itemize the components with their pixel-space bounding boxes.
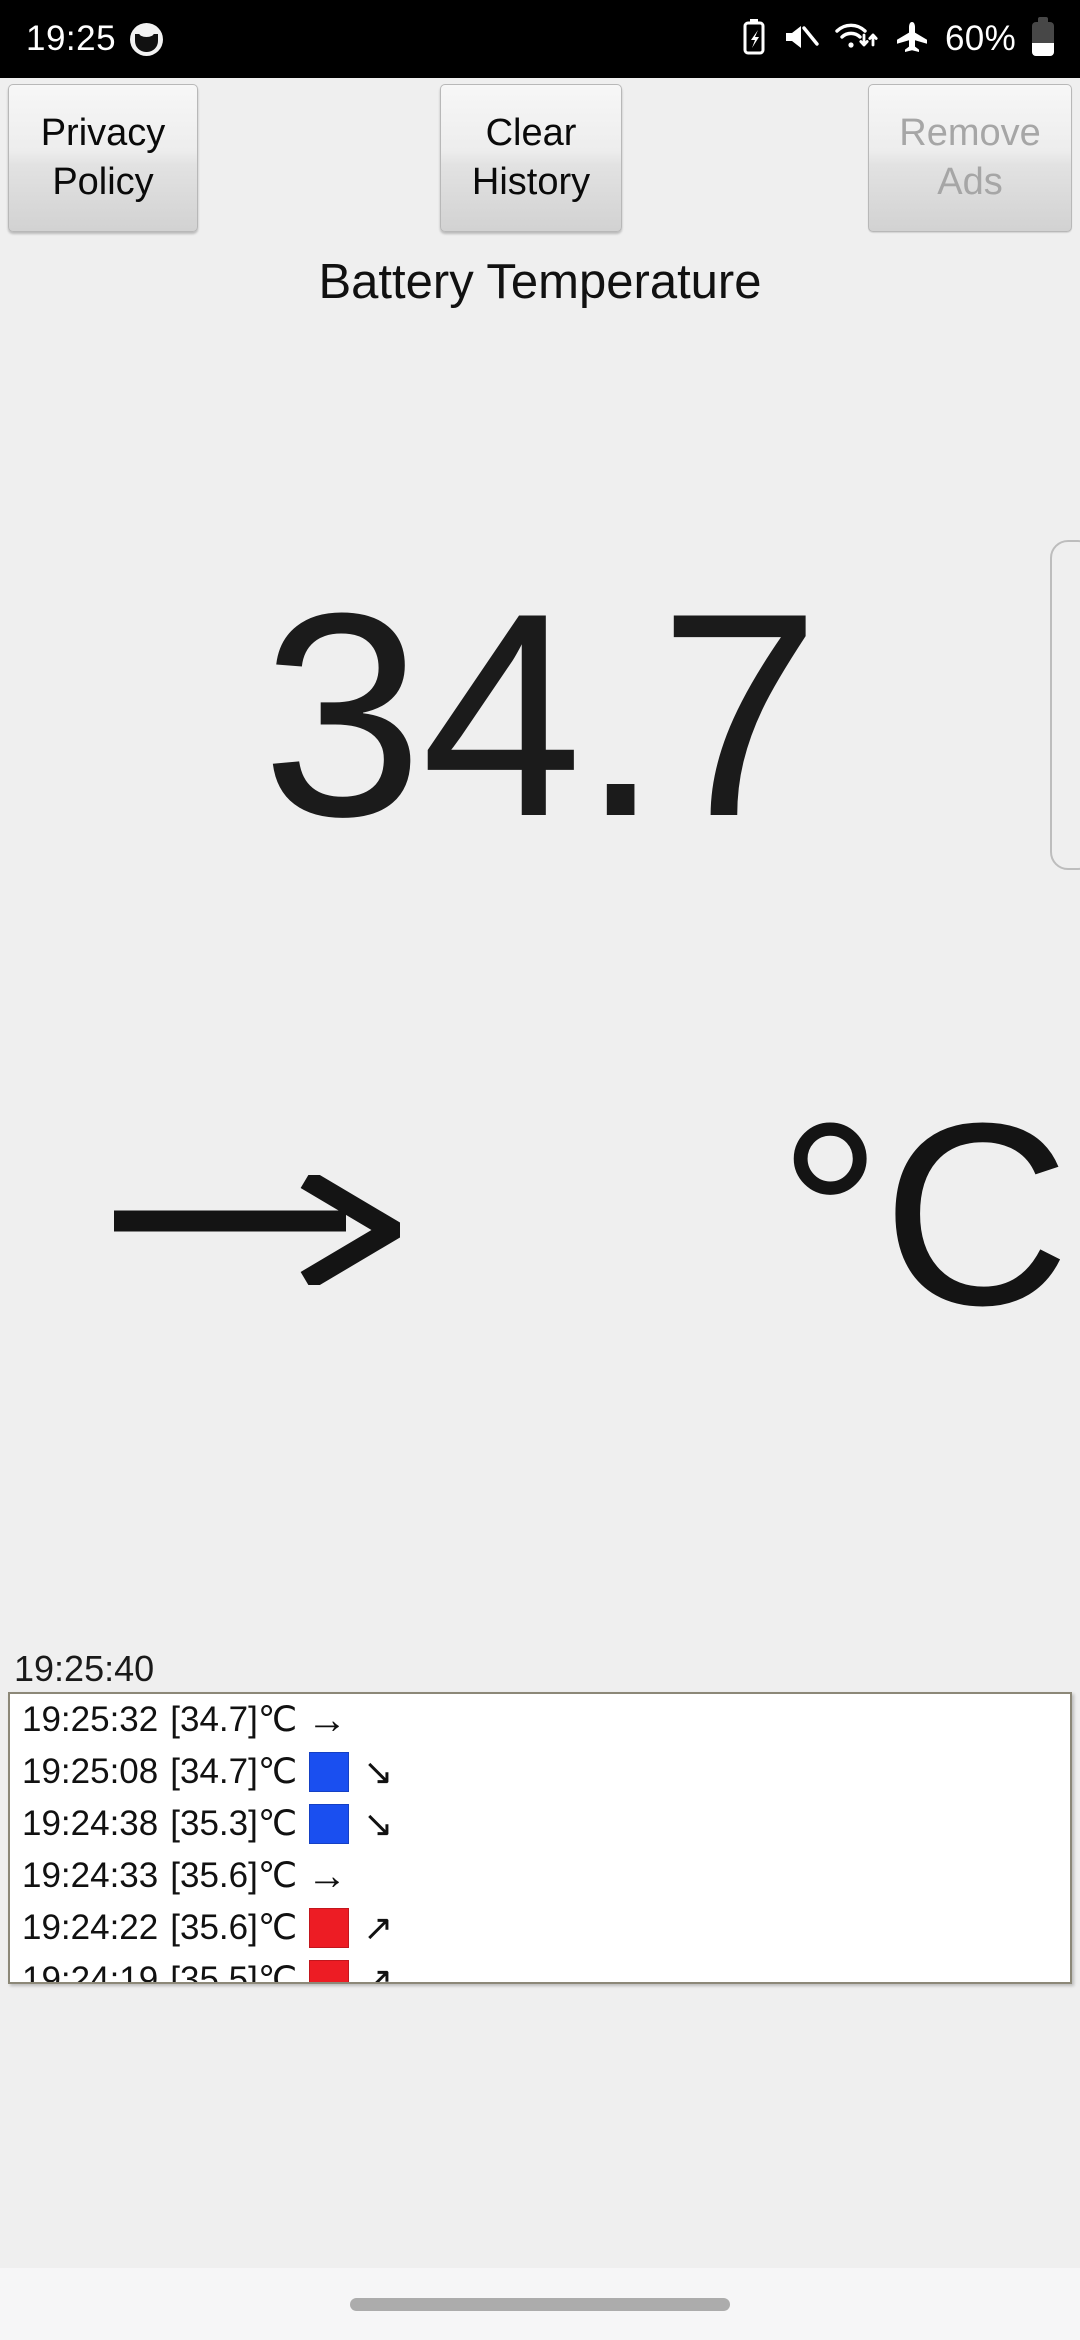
- history-row-time: 19:24:19: [22, 1960, 159, 1984]
- battery-icon: [1032, 17, 1054, 56]
- system-navigation-bar: [0, 2268, 1080, 2340]
- history-row-time: 19:25:32: [22, 1700, 159, 1739]
- privacy-policy-label-line1: Privacy: [40, 112, 166, 154]
- remove-ads-label-line1: Remove: [899, 112, 1041, 154]
- history-row-trend-icon: ↘: [363, 1751, 394, 1792]
- clear-history-label-line2: History: [471, 161, 591, 203]
- history-row-color-swatch: [309, 1804, 350, 1844]
- volume-muted-icon: [783, 22, 819, 57]
- clear-history-label-line1: Clear: [485, 112, 577, 154]
- clear-history-button[interactable]: Clear History: [440, 84, 622, 232]
- wifi-data-icon: [835, 20, 879, 59]
- cat-notification-icon: [130, 22, 164, 56]
- page-title: Battery Temperature: [318, 255, 762, 309]
- history-row-reading: [34.7]℃: [170, 1700, 298, 1739]
- table-row[interactable]: 19:25:08 [34.7]℃ ↘: [10, 1746, 1070, 1798]
- remove-ads-button[interactable]: Remove Ads: [868, 84, 1072, 232]
- table-row[interactable]: 19:24:38 [35.3]℃ ↘: [10, 1798, 1070, 1850]
- history-row-reading: [35.5]℃: [170, 1960, 298, 1984]
- battery-saver-icon: [741, 18, 767, 60]
- table-row[interactable]: 19:24:33 [35.6]℃ →: [10, 1850, 1070, 1902]
- history-row-color-swatch: [309, 1908, 350, 1948]
- history-row-time: 19:25:08: [22, 1752, 159, 1791]
- temperature-unit: °C: [778, 1070, 1070, 1360]
- history-row-time: 19:24:22: [22, 1908, 159, 1947]
- table-row[interactable]: 19:24:22 [35.6]℃ ↗: [10, 1902, 1070, 1954]
- history-row-trend-icon: ↗: [363, 1959, 394, 1984]
- history-row-time: 19:24:33: [22, 1856, 159, 1895]
- history-list[interactable]: 19:25:32 [34.7]℃ → 19:25:08 [34.7]℃ ↘ 19…: [8, 1692, 1072, 1984]
- history-row-trend-icon: →: [307, 1697, 348, 1742]
- history-row-reading: [35.3]℃: [170, 1804, 298, 1843]
- toolbar: Privacy Policy Clear History Remove Ads: [0, 84, 1080, 232]
- table-row[interactable]: 19:24:19 [35.5]℃ ↗: [10, 1954, 1070, 1984]
- history-row-trend-icon: →: [307, 1853, 348, 1898]
- history-row-color-swatch: [309, 1752, 350, 1792]
- history-row-time: 19:24:38: [22, 1804, 159, 1843]
- table-row[interactable]: 19:25:32 [34.7]℃ →: [10, 1694, 1070, 1746]
- status-bar-clock: 19:25: [26, 19, 117, 58]
- status-bar-left: 19:25: [26, 19, 164, 59]
- temperature-value: 34.7: [261, 553, 820, 877]
- history-row-reading: [34.7]℃: [170, 1752, 298, 1791]
- privacy-policy-label-line2: Policy: [52, 161, 154, 203]
- status-bar-right: 60%: [741, 17, 1054, 60]
- history-row-reading: [35.6]℃: [170, 1908, 298, 1947]
- privacy-policy-button[interactable]: Privacy Policy: [8, 84, 198, 232]
- history-row-trend-icon: ↗: [363, 1907, 394, 1948]
- history-row-trend-icon: ↘: [363, 1803, 394, 1844]
- history-row-reading: [35.6]℃: [170, 1856, 298, 1895]
- history-row-color-swatch: [309, 1960, 350, 1982]
- remove-ads-label-line2: Ads: [937, 161, 1003, 203]
- app-screen: 19:25 60% Privacy Policy Clear History R…: [0, 0, 1080, 2340]
- airplane-mode-icon: [895, 21, 929, 58]
- log-current-time: 19:25:40: [14, 1648, 155, 1689]
- battery-percent-label: 60%: [945, 19, 1016, 58]
- home-gesture-pill[interactable]: [350, 2297, 730, 2311]
- trend-arrow-right-icon: [110, 1169, 413, 1291]
- status-bar: 19:25 60%: [0, 0, 1080, 78]
